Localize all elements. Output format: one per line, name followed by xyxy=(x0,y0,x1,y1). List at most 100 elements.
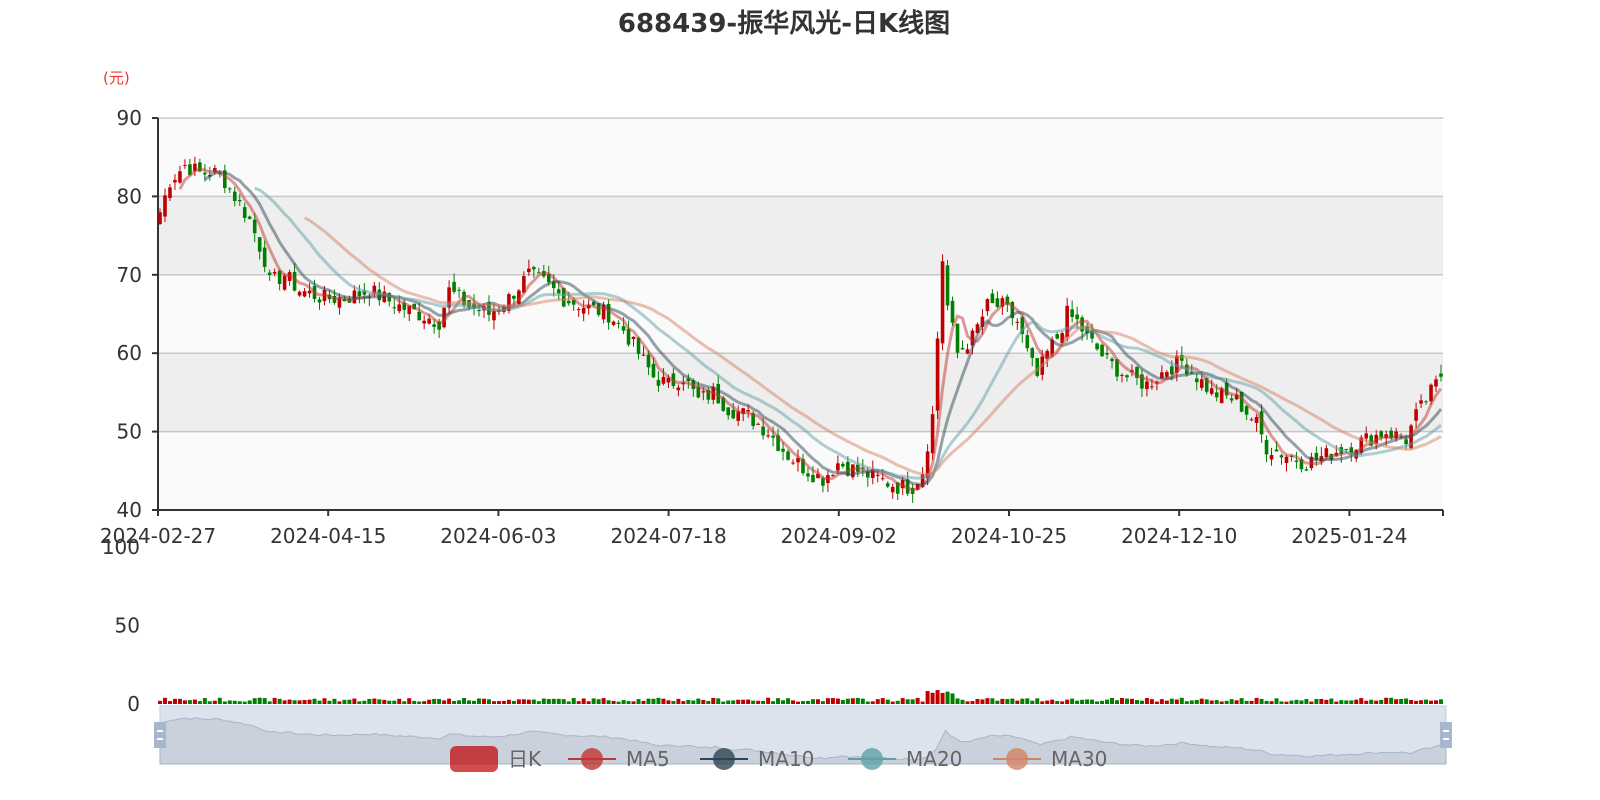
candle-up xyxy=(1165,372,1169,377)
candle-down xyxy=(1070,309,1074,317)
candle-down xyxy=(731,409,736,419)
volume-bar xyxy=(1369,699,1374,704)
candle-up xyxy=(1145,381,1149,390)
volume-bar xyxy=(526,699,531,704)
volume-bar xyxy=(177,698,182,704)
volume-bar xyxy=(561,699,566,704)
volume-bar xyxy=(192,699,197,704)
y-tick-label: 80 xyxy=(117,184,142,208)
volume-bar xyxy=(332,698,337,704)
volume-bar xyxy=(975,698,980,704)
candle-up xyxy=(178,171,182,183)
volume-bar xyxy=(1214,700,1219,704)
candle-up xyxy=(875,474,880,476)
volume-bar xyxy=(910,699,915,704)
volume-bar xyxy=(531,699,536,704)
candle-up xyxy=(158,212,162,225)
volume-bar xyxy=(935,690,940,704)
candle-down xyxy=(1294,460,1299,462)
volume-bar xyxy=(447,698,452,704)
grid-band xyxy=(158,196,1443,275)
candle-up xyxy=(1120,375,1124,377)
legend-item-ma20[interactable]: MA20 xyxy=(848,747,962,771)
volume-bar xyxy=(721,701,726,704)
volume-bar xyxy=(472,700,477,704)
volume-bar xyxy=(586,701,591,704)
candle-up xyxy=(492,311,496,321)
volume-bar xyxy=(1239,698,1244,704)
slider-handle-right[interactable] xyxy=(1440,722,1452,748)
candle-down xyxy=(232,191,237,201)
candle-down xyxy=(811,474,815,483)
candle-up xyxy=(576,309,581,311)
volume-bar xyxy=(1154,701,1159,704)
volume-bar xyxy=(676,698,681,704)
candle-down xyxy=(990,293,995,304)
candle-down xyxy=(257,237,262,252)
volume-bar xyxy=(506,699,511,704)
volume-bar xyxy=(1060,701,1065,704)
legend-item-ma30[interactable]: MA30 xyxy=(993,747,1107,771)
volume-bar xyxy=(895,700,900,704)
volume-bar xyxy=(1070,698,1075,704)
volume-bar xyxy=(1040,701,1045,704)
volume-bar xyxy=(1194,699,1199,704)
volume-bar xyxy=(158,700,162,704)
volume-bar xyxy=(1339,700,1344,704)
candle-down xyxy=(392,307,397,309)
volume-bar xyxy=(392,700,397,704)
volume-bar xyxy=(1399,699,1404,704)
volume-bar xyxy=(980,699,985,704)
candle-up xyxy=(766,435,770,437)
volume-bar xyxy=(1030,700,1035,704)
volume-bar xyxy=(1149,699,1154,704)
volume-bar xyxy=(681,701,686,704)
volume-bar xyxy=(960,699,965,704)
legend-dot-icon xyxy=(861,748,883,770)
volume-bar xyxy=(377,699,382,704)
legend-candle-icon xyxy=(450,746,498,772)
legend-item-ma10[interactable]: MA10 xyxy=(700,747,814,771)
volume-tick-label: 100 xyxy=(102,535,140,559)
candle-up xyxy=(1419,400,1423,404)
volume-bar xyxy=(900,698,905,704)
volume-bar xyxy=(277,698,282,704)
candle-down xyxy=(1214,392,1219,398)
volume-bar xyxy=(1434,700,1439,704)
volume-bar xyxy=(1284,701,1289,704)
candle-up xyxy=(676,387,681,391)
candle-up xyxy=(527,268,531,273)
legend-item-日k[interactable]: 日K xyxy=(450,746,542,772)
volume-bar xyxy=(1169,698,1174,704)
candle-down xyxy=(417,311,421,321)
volume-bar xyxy=(920,701,925,704)
candle-down xyxy=(1075,314,1079,320)
candle-up xyxy=(397,304,402,312)
volume-bar xyxy=(427,699,432,704)
volume-bar xyxy=(407,698,412,704)
volume-bar xyxy=(626,701,631,704)
candle-up xyxy=(581,307,586,314)
slider-handle-left[interactable] xyxy=(154,722,166,748)
volume-bar xyxy=(995,700,1000,704)
candle-down xyxy=(566,300,571,304)
volume-bar xyxy=(422,701,427,704)
volume-bar xyxy=(1129,698,1134,704)
volume-bar xyxy=(1164,700,1169,704)
volume-bar xyxy=(601,698,606,704)
volume-bar xyxy=(546,699,551,704)
candle-up xyxy=(701,391,706,393)
volume-bar xyxy=(761,700,766,704)
volume-bar xyxy=(1264,700,1269,704)
volume-bar xyxy=(1389,697,1394,704)
volume-bar xyxy=(1219,701,1224,704)
volume-bar xyxy=(172,698,177,704)
candle-up xyxy=(935,338,940,411)
volume-bar xyxy=(661,698,666,704)
candle-up xyxy=(1284,456,1289,463)
grid-bands xyxy=(158,117,1443,510)
volume-bar xyxy=(1384,697,1389,704)
candle-down xyxy=(237,199,242,202)
volume-bar xyxy=(182,700,187,704)
volume-bar xyxy=(1115,700,1120,704)
